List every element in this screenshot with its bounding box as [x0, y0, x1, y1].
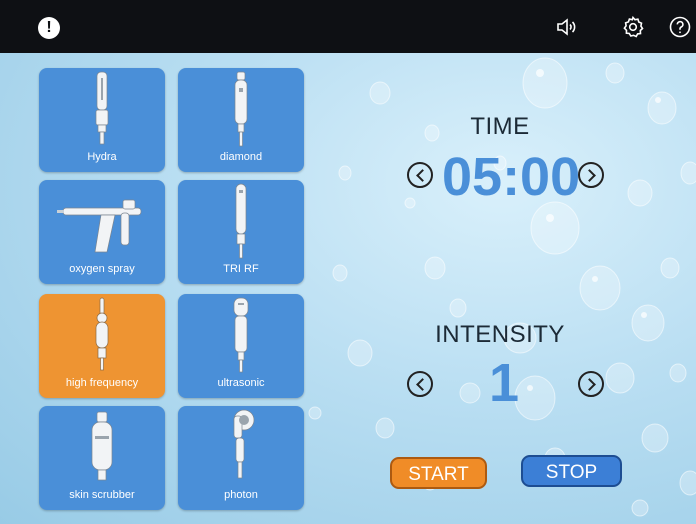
- chevron-left-icon: [416, 169, 429, 182]
- handpiece-tile-high-frequency[interactable]: high frequency: [39, 294, 165, 398]
- top-bar: !: [0, 0, 696, 53]
- gear-icon[interactable]: [621, 15, 645, 39]
- speaker-icon[interactable]: [555, 15, 579, 39]
- time-decrease-button[interactable]: [407, 162, 433, 188]
- chevron-right-icon: [583, 169, 596, 182]
- chevron-right-icon: [583, 378, 596, 391]
- chevron-left-icon: [416, 378, 429, 391]
- handpiece-label: photon: [224, 489, 258, 501]
- handpiece-tile-hydra[interactable]: Hydra: [39, 68, 165, 172]
- handpiece-label: ultrasonic: [217, 377, 265, 389]
- handpiece-label: diamond: [219, 151, 263, 163]
- intensity-label: INTENSITY: [435, 321, 565, 348]
- time-label: TIME: [470, 113, 530, 140]
- time-value: 05:00: [442, 147, 581, 207]
- help-icon[interactable]: [668, 15, 692, 39]
- intensity-value: 1: [488, 353, 520, 413]
- handpiece-label: skin scrubber: [69, 489, 135, 501]
- handpiece-tile-ultrasonic[interactable]: ultrasonic: [178, 294, 304, 398]
- handpiece-tile-diamond[interactable]: diamond: [178, 68, 304, 172]
- handpiece-label: TRI RF: [223, 263, 259, 275]
- handpiece-tile-skin-scrubber[interactable]: skin scrubber: [39, 406, 165, 510]
- alert-icon[interactable]: !: [38, 17, 60, 39]
- time-increase-button[interactable]: [578, 162, 604, 188]
- handpiece-label: Hydra: [87, 151, 117, 163]
- handpiece-tile-tri-rf[interactable]: TRI RF: [178, 180, 304, 284]
- handpiece-tile-photon[interactable]: photon: [178, 406, 304, 510]
- intensity-increase-button[interactable]: [578, 371, 604, 397]
- intensity-decrease-button[interactable]: [407, 371, 433, 397]
- handpiece-tile-oxygen-spray[interactable]: oxygen spray: [39, 180, 165, 284]
- stop-button[interactable]: STOP: [521, 455, 622, 487]
- handpiece-label: high frequency: [65, 377, 139, 389]
- start-button[interactable]: START: [390, 457, 487, 489]
- app-screen: ! Hydra diamond oxygen spray TRI RF high…: [0, 0, 696, 524]
- handpiece-label: oxygen spray: [69, 263, 135, 275]
